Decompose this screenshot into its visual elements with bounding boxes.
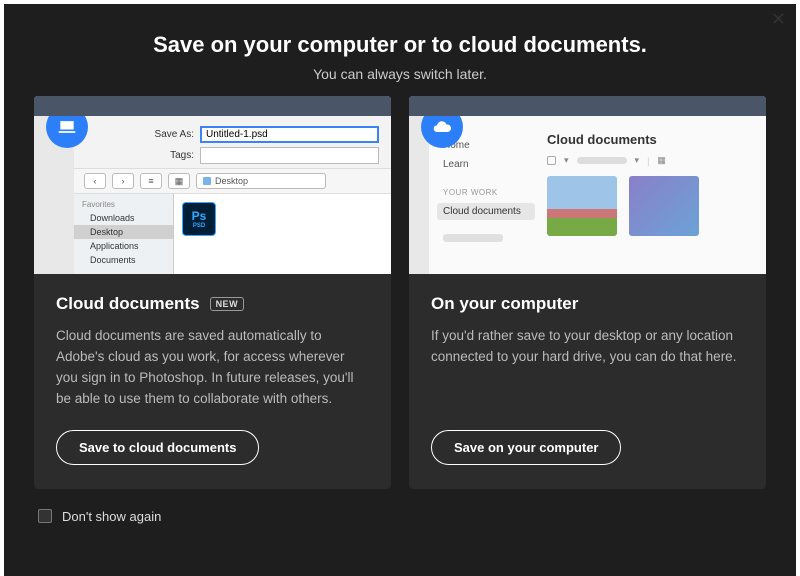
local-card-title: On your computer [431,294,578,314]
local-preview: Home Learn YOUR WORK Cloud documents Clo… [409,96,766,274]
nav-back-icon[interactable]: ‹ [84,173,106,189]
folder-dropdown[interactable]: Desktop [196,173,326,189]
chevron-down-icon[interactable]: ▾ [564,155,569,166]
filename-input[interactable] [200,126,379,143]
new-badge: NEW [210,297,245,311]
sidebar-item-documents[interactable]: Documents [74,253,173,267]
save-to-cloud-button[interactable]: Save to cloud documents [56,430,259,465]
sidebar-item-desktop[interactable]: Desktop [74,225,173,239]
document-thumbnail[interactable] [547,176,617,236]
cloud-preview: Save As: Tags: ‹ › ≡ ▦ [34,96,391,274]
save-as-label: Save As: [74,129,194,140]
cloud-icon [421,106,463,148]
cloud-card-title: Cloud documents [56,294,200,314]
tags-label: Tags: [74,150,194,161]
card-on-your-computer: Home Learn YOUR WORK Cloud documents Clo… [409,96,766,489]
dialog-title: Save on your computer or to cloud docume… [4,32,796,58]
sidebar-item-applications[interactable]: Applications [74,239,173,253]
local-card-desc: If you'd rather save to your desktop or … [431,326,744,410]
card-cloud-documents: Save As: Tags: ‹ › ≡ ▦ [34,96,391,489]
select-all-checkbox[interactable] [547,156,556,165]
grid-view-icon[interactable]: ▦ [657,155,666,166]
document-thumbnail[interactable] [629,176,699,236]
view-list-icon[interactable]: ≡ [140,173,162,189]
dialog-subtitle: You can always switch later. [4,66,796,82]
view-grid-icon[interactable]: ▦ [168,173,190,189]
your-work-header: YOUR WORK [443,184,529,201]
close-icon[interactable]: ✕ [771,10,786,28]
nav-cloud-documents[interactable]: Cloud documents [437,203,535,220]
save-location-dialog: Save on your computer or to cloud docume… [4,4,796,576]
cloud-main-title: Cloud documents [547,132,754,147]
nav-fwd-icon[interactable]: › [112,173,134,189]
tags-input[interactable] [200,147,379,164]
dont-show-again-checkbox[interactable] [38,509,52,523]
laptop-icon [46,106,88,148]
save-on-computer-button[interactable]: Save on your computer [431,430,621,465]
dont-show-again-label: Don't show again [62,509,161,524]
sidebar-header: Favorites [74,198,173,211]
placeholder-bar [443,234,503,242]
sidebar-item-downloads[interactable]: Downloads [74,211,173,225]
sort-placeholder [577,157,627,164]
nav-learn[interactable]: Learn [443,155,529,174]
chevron-down-icon[interactable]: ▾ [635,155,640,166]
cloud-card-desc: Cloud documents are saved automatically … [56,326,369,410]
psd-file-icon[interactable]: Ps PSD [182,202,220,236]
